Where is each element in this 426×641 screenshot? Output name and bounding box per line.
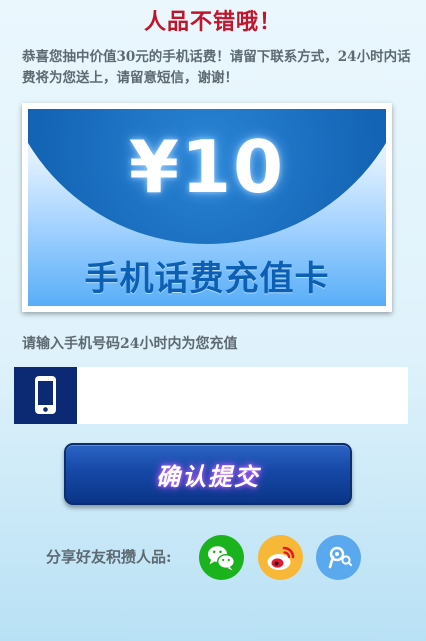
card-value: ¥10 xyxy=(128,125,286,209)
recharge-card: ¥10 手机话费充值卡 xyxy=(22,103,392,312)
wechat-icon xyxy=(208,546,236,571)
weibo-icon xyxy=(267,546,295,570)
prize-notice: 恭喜您抽中价值30元的手机话费！请留下联系方式，24小时内话费将为您送上，请留意… xyxy=(22,49,411,86)
card-name: 手机话费充值卡 xyxy=(84,259,330,299)
share-tencent-weibo-button[interactable] xyxy=(316,535,361,580)
recharge-card-face: ¥10 手机话费充值卡 xyxy=(28,109,386,306)
phone-field xyxy=(14,367,408,424)
submit-button[interactable]: 确认提交 xyxy=(64,443,352,505)
share-wechat-button[interactable] xyxy=(199,535,244,580)
share-label: 分享好友积攒人品: xyxy=(46,548,172,566)
phone-input[interactable] xyxy=(77,367,408,424)
page-title: 人品不错哦！ xyxy=(143,9,282,35)
share-weibo-button[interactable] xyxy=(258,535,303,580)
mobile-phone-icon xyxy=(14,367,77,424)
tencent-weibo-icon xyxy=(328,546,352,569)
phone-prompt: 请输入手机号码24小时内为您充值 xyxy=(22,336,238,352)
